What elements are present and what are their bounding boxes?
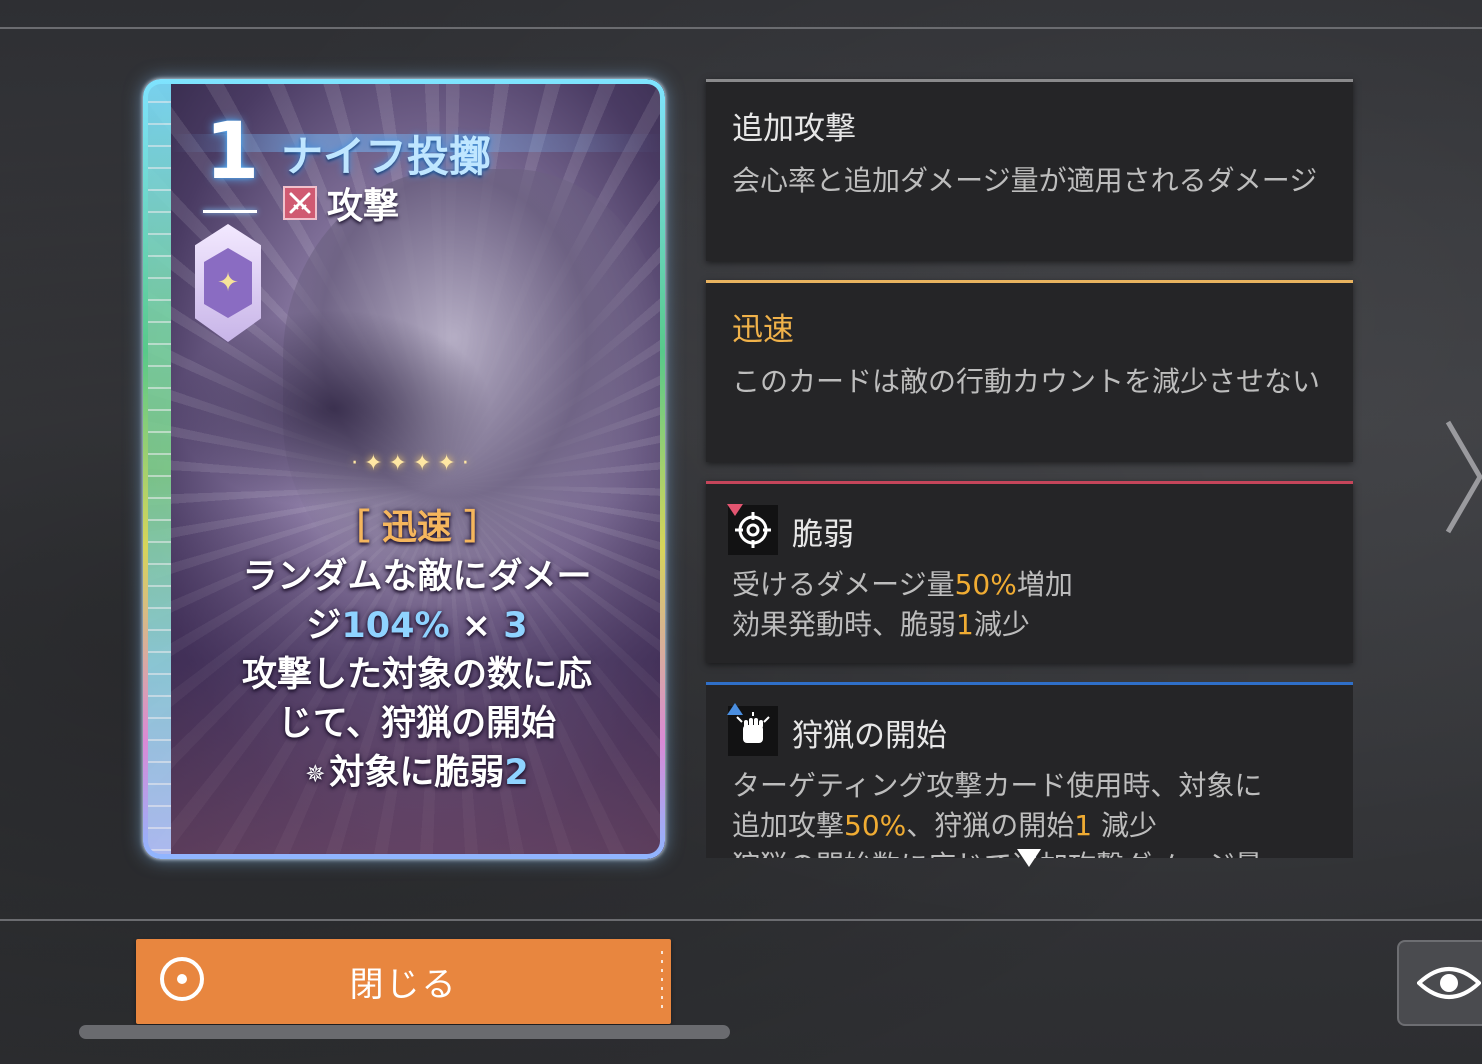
keyword-panel-hunt-start: 狩猟の開始 ターゲティング攻撃カード使用時、対象に 追加攻撃50%、狩猟の開始1… [706, 682, 1353, 858]
class-emblem-icon: ✦ [195, 224, 261, 342]
card-title: ナイフ投擲 [281, 132, 492, 181]
debuff-marker-icon [727, 504, 743, 516]
fist-icon [727, 703, 778, 756]
panel-description: このカードは敵の行動カウントを減少させない [732, 365, 1321, 398]
card-description: ［ 迅速 ］ ランダムな敵にダメー ジ104% × 3 攻撃した対象の数に応 じ… [183, 504, 651, 799]
top-divider [0, 27, 1482, 29]
damage-percent: 104% [341, 606, 450, 646]
keyword-panel-hunt-viewport[interactable]: 狩猟の開始 ターゲティング攻撃カード使用時、対象に 追加攻撃50%、狩猟の開始1… [706, 682, 1353, 858]
panel-title: 脆弱 [792, 517, 854, 553]
close-button-edge-dots [661, 951, 663, 1012]
hit-count: 3 [503, 606, 528, 646]
card-desc-line: ランダムな敵にダメー [242, 557, 592, 597]
sparkle-divider: ·✦✦✦✦· [351, 451, 475, 476]
card-type-label: 攻撃 [327, 186, 400, 227]
keyword-panel-vulnerable: 脆弱 受けるダメージ量50%増加 効果発動時、脆弱1減少 [706, 481, 1353, 663]
card-desc-line: ✵ 対象に脆弱2 [183, 749, 651, 799]
panel-accent-line [706, 280, 1353, 283]
panel-description: 会心率と追加ダメージ量が適用されるダメージ [732, 164, 1318, 197]
buff-marker-icon [727, 703, 743, 715]
vulnerable-small-icon: ✵ [305, 759, 326, 788]
close-button[interactable]: 閉じる [136, 939, 671, 1024]
panel-description: ターゲティング攻撃カード使用時、対象に 追加攻撃50%、狩猟の開始1 減少 狩猟… [732, 769, 1263, 858]
skill-card: 1 ナイフ投擲 攻撃 ✦ ·✦✦✦✦· ［ 迅速 ］ ランダムな敵にダメー ジ1… [143, 79, 665, 859]
panel-accent-line [706, 481, 1353, 484]
panel-description: 受けるダメージ量50%増加 効果発動時、脆弱1減少 [732, 568, 1073, 641]
card-desc-line: じて、狩猟の開始 [277, 704, 557, 744]
panel-title: 狩猟の開始 [792, 718, 947, 754]
card-desc-line: ジ104% × 3 [306, 606, 528, 646]
vulnerable-count: 2 [504, 753, 529, 793]
bottom-divider [0, 919, 1482, 921]
horizontal-scrollbar[interactable] [79, 1025, 730, 1039]
caret-down-icon[interactable] [1017, 849, 1041, 867]
card-cost: 1 [205, 107, 260, 197]
card-cost-underline [203, 210, 257, 213]
keyword-panel-swift: 迅速 このカードは敵の行動カウントを減少させない [706, 280, 1353, 462]
crossed-swords-icon [283, 186, 317, 220]
card-artwork-shadow [173, 309, 493, 509]
panel-accent-line [706, 682, 1353, 685]
view-toggle-button[interactable] [1397, 940, 1482, 1026]
card-desc-line: 攻撃した対象の数に応 [241, 655, 592, 695]
panel-title: 追加攻撃 [732, 111, 856, 147]
card-type: 攻撃 [283, 177, 399, 229]
card-keyword: ［ 迅速 ］ [334, 508, 500, 548]
crosshair-icon [727, 504, 778, 555]
eye-icon [1417, 967, 1481, 999]
panel-accent-line [706, 79, 1353, 82]
close-button-label: 閉じる [349, 965, 458, 1005]
panel-title: 迅速 [732, 312, 794, 348]
card-side-strip [143, 79, 171, 859]
chevron-right-icon[interactable] [1444, 418, 1482, 540]
keyword-panel-extra-attack: 追加攻撃 会心率と追加ダメージ量が適用されるダメージ [706, 79, 1353, 261]
